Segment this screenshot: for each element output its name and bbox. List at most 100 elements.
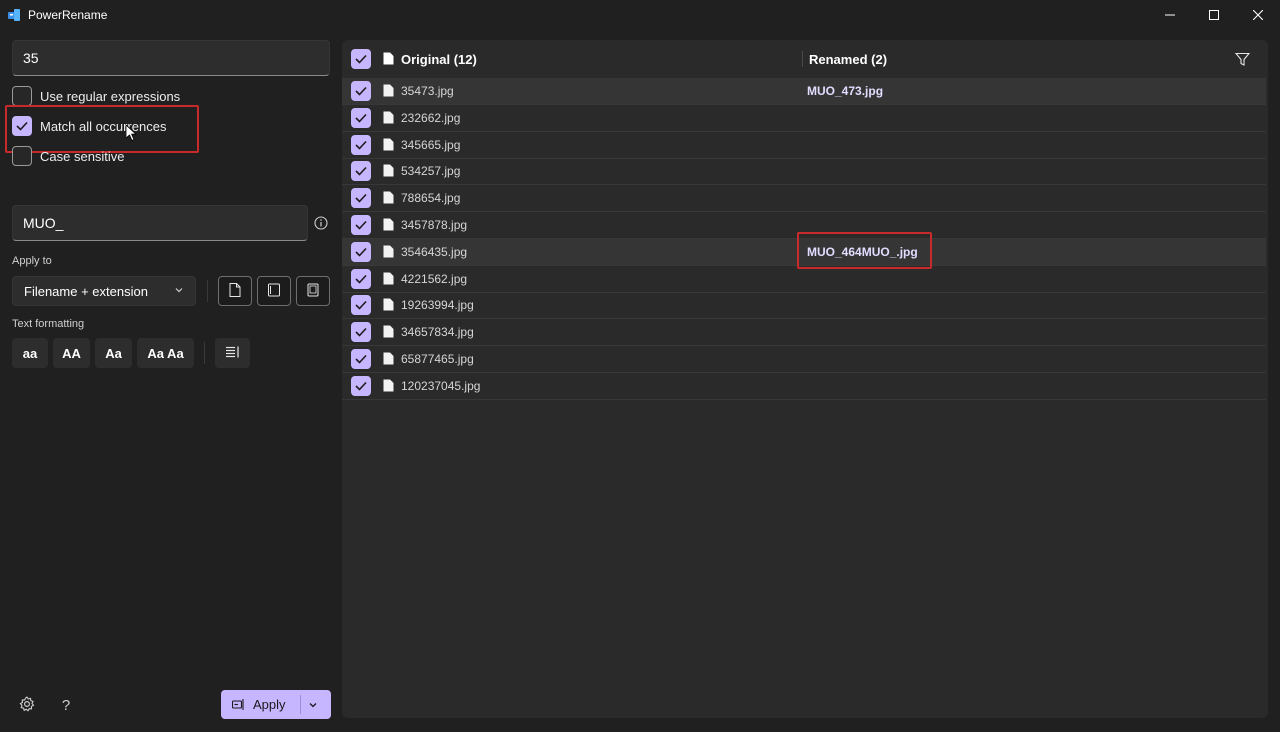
file-icon	[383, 52, 394, 68]
apply-button[interactable]: Apply	[221, 690, 331, 719]
original-filename: 788654.jpg	[401, 191, 461, 205]
table-row[interactable]: 534257.jpg	[342, 158, 1266, 185]
case-sensitive-option[interactable]: Case sensitive	[12, 145, 125, 167]
titlecase-label: Aa	[105, 345, 122, 361]
file-icon	[383, 245, 394, 261]
column-divider	[802, 51, 803, 67]
apply-to-label: Apply to	[12, 255, 52, 267]
file-icon	[383, 111, 394, 127]
row-checkbox[interactable]	[351, 269, 371, 289]
use-regex-checkbox[interactable]	[12, 86, 32, 106]
include-folders-icon	[267, 283, 281, 300]
table-row[interactable]: 19263994.jpg	[342, 292, 1266, 319]
renamed-filename: MUO_473.jpg	[807, 84, 884, 98]
mouse-cursor-icon	[125, 124, 138, 144]
list-header: Original (12) Renamed (2)	[342, 40, 1268, 78]
capitalize-each-word-button[interactable]: Aa Aa	[137, 338, 194, 368]
original-filename: 232662.jpg	[401, 111, 461, 125]
options-panel: 35 Use regular expressions Match all occ…	[0, 30, 342, 732]
table-row[interactable]: 232662.jpg	[342, 105, 1266, 132]
chevron-down-icon	[173, 284, 185, 299]
enumerate-icon	[225, 346, 240, 361]
row-checkbox[interactable]	[351, 295, 371, 315]
original-filename: 534257.jpg	[401, 164, 461, 178]
table-row[interactable]: 4221562.jpg	[342, 266, 1266, 293]
original-filename: 35473.jpg	[401, 84, 454, 98]
use-regex-option[interactable]: Use regular expressions	[12, 85, 180, 107]
file-icon	[383, 352, 394, 368]
include-files-icon	[229, 282, 241, 300]
search-input-value: 35	[23, 50, 39, 66]
file-icon	[383, 272, 394, 288]
original-filename: 34657834.jpg	[401, 325, 474, 339]
case-sensitive-checkbox[interactable]	[12, 146, 32, 166]
select-all-checkbox[interactable]	[351, 49, 371, 69]
original-column-header[interactable]: Original (12)	[401, 52, 477, 67]
settings-button[interactable]	[16, 694, 38, 716]
table-row[interactable]: 120237045.jpg	[342, 373, 1266, 400]
include-folders-button[interactable]	[257, 276, 291, 306]
capitalize-each-word-label: Aa Aa	[147, 345, 184, 361]
row-checkbox[interactable]	[351, 108, 371, 128]
uppercase-button[interactable]: AA	[53, 338, 90, 368]
window-title: PowerRename	[28, 8, 108, 22]
original-filename: 65877465.jpg	[401, 352, 474, 366]
row-checkbox[interactable]	[351, 322, 371, 342]
maximize-icon[interactable]	[1192, 0, 1236, 30]
original-filename: 120237045.jpg	[401, 379, 481, 393]
use-regex-label: Use regular expressions	[40, 88, 181, 104]
powerrename-app-icon	[8, 8, 22, 22]
original-filename: 19263994.jpg	[401, 298, 474, 312]
replace-input[interactable]: MUO_	[12, 205, 308, 241]
row-checkbox[interactable]	[351, 376, 371, 396]
original-filename: 3546435.jpg	[401, 245, 468, 259]
divider	[204, 342, 205, 364]
row-checkbox[interactable]	[351, 349, 371, 369]
row-checkbox[interactable]	[351, 215, 371, 235]
original-filename: 3457878.jpg	[401, 218, 468, 232]
row-checkbox[interactable]	[351, 81, 371, 101]
lowercase-label: aa	[22, 345, 38, 361]
highlight-box	[797, 232, 932, 269]
include-files-button[interactable]	[218, 276, 252, 306]
table-row[interactable]: 345665.jpg	[342, 132, 1266, 159]
table-row[interactable]: 35473.jpg MUO_473.jpg	[342, 78, 1266, 105]
table-row[interactable]: 65877465.jpg	[342, 346, 1266, 373]
file-icon	[383, 191, 394, 207]
row-checkbox[interactable]	[351, 242, 371, 262]
file-icon	[383, 138, 394, 154]
case-sensitive-label: Case sensitive	[40, 148, 125, 164]
file-icon	[383, 164, 394, 180]
table-row[interactable]: 34657834.jpg	[342, 319, 1266, 346]
file-list-panel: Original (12) Renamed (2) 35473.jpg MUO_4…	[342, 40, 1268, 718]
replace-input-value: MUO_	[23, 215, 64, 231]
table-row[interactable]: 788654.jpg	[342, 185, 1266, 212]
include-subfolders-button[interactable]	[296, 276, 330, 306]
include-subfolders-icon	[306, 283, 320, 300]
file-icon	[383, 325, 394, 341]
lowercase-button[interactable]: aa	[12, 338, 48, 368]
titlecase-button[interactable]: Aa	[95, 338, 132, 368]
row-checkbox[interactable]	[351, 135, 371, 155]
title-bar: PowerRename	[0, 0, 1280, 30]
file-icon	[383, 298, 394, 314]
original-filename: 4221562.jpg	[401, 272, 468, 286]
apply-label: Apply	[253, 697, 286, 712]
filter-icon[interactable]	[1234, 52, 1251, 70]
row-checkbox[interactable]	[351, 161, 371, 181]
help-button[interactable]: ?	[55, 694, 77, 716]
apply-options-chevron-icon[interactable]	[307, 699, 319, 714]
apply-to-dropdown[interactable]: Filename + extension	[12, 276, 196, 306]
minimize-icon[interactable]	[1148, 0, 1192, 30]
search-input[interactable]: 35	[12, 40, 330, 76]
file-icon	[383, 218, 394, 234]
help-label: ?	[61, 696, 71, 714]
close-icon[interactable]	[1236, 0, 1280, 30]
renamed-column-header[interactable]: Renamed (2)	[809, 52, 887, 67]
row-checkbox[interactable]	[351, 188, 371, 208]
uppercase-label: AA	[62, 345, 81, 361]
info-icon[interactable]	[314, 216, 328, 233]
divider	[207, 280, 208, 302]
original-filename: 345665.jpg	[401, 138, 461, 152]
enumerate-button[interactable]	[215, 338, 250, 368]
